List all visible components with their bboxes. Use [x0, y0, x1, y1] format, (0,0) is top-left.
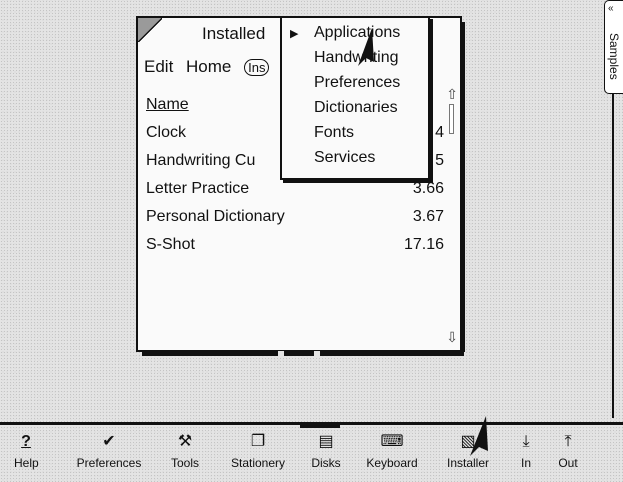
list-item[interactable]: Letter Practice 3.66	[146, 180, 452, 208]
window-title[interactable]: Installed	[202, 24, 265, 44]
item-size: 5	[435, 152, 444, 169]
toolbar-selection-indicator	[300, 423, 340, 428]
column-header-name[interactable]: Name	[146, 96, 189, 114]
toolbar-label: Tools	[170, 456, 199, 470]
item-name: Handwriting Cu	[146, 152, 256, 169]
item-size: 4	[435, 124, 444, 141]
item-name: Personal Dictionary	[146, 208, 285, 225]
list-item[interactable]: S-Shot 17.16	[146, 236, 452, 264]
item-size: 17.16	[403, 236, 444, 253]
scroll-down-arrow-icon[interactable]: ⇩	[446, 329, 458, 346]
item-size: 3.67	[412, 208, 444, 225]
item-name: Clock	[146, 124, 187, 141]
keyboard-icon: ⌨	[380, 433, 404, 450]
item-name: S-Shot	[146, 236, 195, 253]
item-name: Letter Practice	[146, 180, 250, 197]
popup-item-fonts[interactable]: Fonts	[314, 124, 354, 142]
scroll-up-arrow-icon[interactable]: ⇧	[446, 86, 458, 103]
double-chevron-icon: «	[608, 3, 614, 14]
menu-home[interactable]: Home	[186, 57, 231, 76]
toolbar-out[interactable]: ⤒ Out	[552, 430, 584, 470]
menu-edit[interactable]: Edit	[144, 57, 173, 76]
toolbar-label: In	[520, 456, 531, 470]
toolbar-keyboard[interactable]: ⌨ Keyboard	[358, 430, 426, 470]
toolbar-stationery[interactable]: ❐ Stationery	[220, 430, 296, 470]
toolbar-label: Preferences	[76, 456, 142, 470]
popup-item-dictionaries[interactable]: Dictionaries	[314, 99, 398, 117]
toolbar-preferences[interactable]: ✔ Preferences	[66, 430, 152, 470]
toolbar-label: Installer	[446, 456, 490, 470]
toolbar-label: Out	[558, 456, 578, 470]
toolbar-disks[interactable]: ▤ Disks	[307, 430, 345, 470]
item-size: 3.66	[412, 180, 444, 197]
help-icon: ?	[21, 433, 31, 450]
out-tray-icon: ⤒	[564, 433, 572, 450]
window-shadow	[462, 22, 465, 352]
pen-cursor-icon	[358, 28, 374, 66]
window-menubar: Edit Home Ins	[144, 57, 277, 77]
disk-icon: ▤	[318, 433, 334, 450]
samples-tab[interactable]: « Samples	[604, 0, 623, 94]
popup-item-preferences[interactable]: Preferences	[314, 74, 400, 92]
pen-cursor-icon	[470, 416, 488, 456]
toolbar-in[interactable]: ⤓ In	[514, 430, 538, 470]
stationery-icon: ❐	[250, 433, 266, 450]
window-shadow	[142, 352, 464, 356]
toolbar-tools[interactable]: ⚒ Tools	[166, 430, 204, 470]
shadow-gap	[278, 351, 284, 357]
selected-triangle-icon: ▶	[290, 28, 299, 40]
toolbar-label: Keyboard	[366, 456, 418, 470]
toolbar-label: Help	[14, 456, 39, 470]
installed-pill-button[interactable]: Ins	[244, 59, 270, 76]
shadow-gap	[314, 351, 320, 357]
popup-item-services[interactable]: Services	[314, 149, 375, 167]
scrollbar[interactable]	[449, 104, 454, 134]
in-tray-icon: ⤓	[522, 433, 530, 450]
list-item[interactable]: Personal Dictionary 3.67	[146, 208, 452, 236]
toolbar-label: Disks	[311, 456, 341, 470]
samples-tab-label: Samples	[607, 33, 621, 80]
dogear-icon[interactable]	[138, 18, 162, 42]
toolbar-help[interactable]: ? Help	[14, 430, 39, 470]
checkmark-icon: ✔	[102, 433, 116, 450]
toolbar-label: Stationery	[230, 456, 286, 470]
tools-icon: ⚒	[177, 433, 193, 450]
